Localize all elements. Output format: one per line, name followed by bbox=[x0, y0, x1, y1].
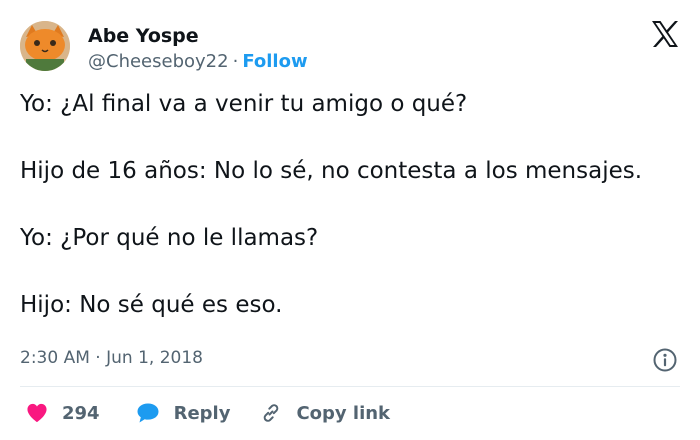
info-icon[interactable] bbox=[652, 347, 678, 373]
copy-link-label: Copy link bbox=[296, 402, 391, 424]
user-handle[interactable]: @Cheeseboy22 bbox=[88, 51, 229, 72]
like-count: 294 bbox=[62, 402, 100, 424]
divider bbox=[20, 386, 680, 387]
reply-button[interactable]: Reply bbox=[136, 402, 231, 424]
reply-label: Reply bbox=[173, 402, 231, 424]
like-button[interactable]: 294 bbox=[26, 403, 100, 424]
avatar[interactable] bbox=[20, 21, 70, 71]
tweet-line: Hijo de 16 años: No lo sé, no contesta a… bbox=[20, 158, 643, 184]
user-info: Abe Yospe @Cheeseboy22 · Follow bbox=[88, 24, 308, 74]
tweet-text: Yo: ¿Al final va a venir tu amigo o qué?… bbox=[20, 89, 690, 320]
tweet-line: Yo: ¿Por qué no le llamas? bbox=[20, 225, 319, 251]
tweet-line: Hijo: No sé qué es eso. bbox=[20, 292, 283, 318]
copy-link-button[interactable]: Copy link bbox=[260, 402, 390, 424]
x-logo-icon[interactable] bbox=[650, 20, 680, 48]
display-name[interactable]: Abe Yospe bbox=[88, 24, 308, 48]
reply-bubble-icon bbox=[137, 403, 159, 423]
link-icon bbox=[264, 404, 279, 422]
tweet-time: 2:30 AM bbox=[20, 348, 90, 368]
timestamp-separator: · bbox=[95, 348, 101, 368]
follow-button[interactable]: Follow bbox=[242, 51, 307, 72]
tweet-date: Jun 1, 2018 bbox=[106, 348, 203, 368]
orange-cat-avatar-icon bbox=[20, 21, 70, 71]
tweet-line: Yo: ¿Al final va a venir tu amigo o qué? bbox=[20, 91, 468, 117]
heart-icon bbox=[27, 403, 47, 423]
tweet-header: Abe Yospe @Cheeseboy22 · Follow bbox=[20, 20, 680, 74]
handle-row: @Cheeseboy22 · Follow bbox=[88, 50, 308, 74]
handle-separator: · bbox=[232, 51, 239, 72]
action-bar: 294 Reply Copy link bbox=[26, 397, 390, 429]
tweet-timestamp[interactable]: 2:30 AM · Jun 1, 2018 bbox=[20, 348, 203, 368]
